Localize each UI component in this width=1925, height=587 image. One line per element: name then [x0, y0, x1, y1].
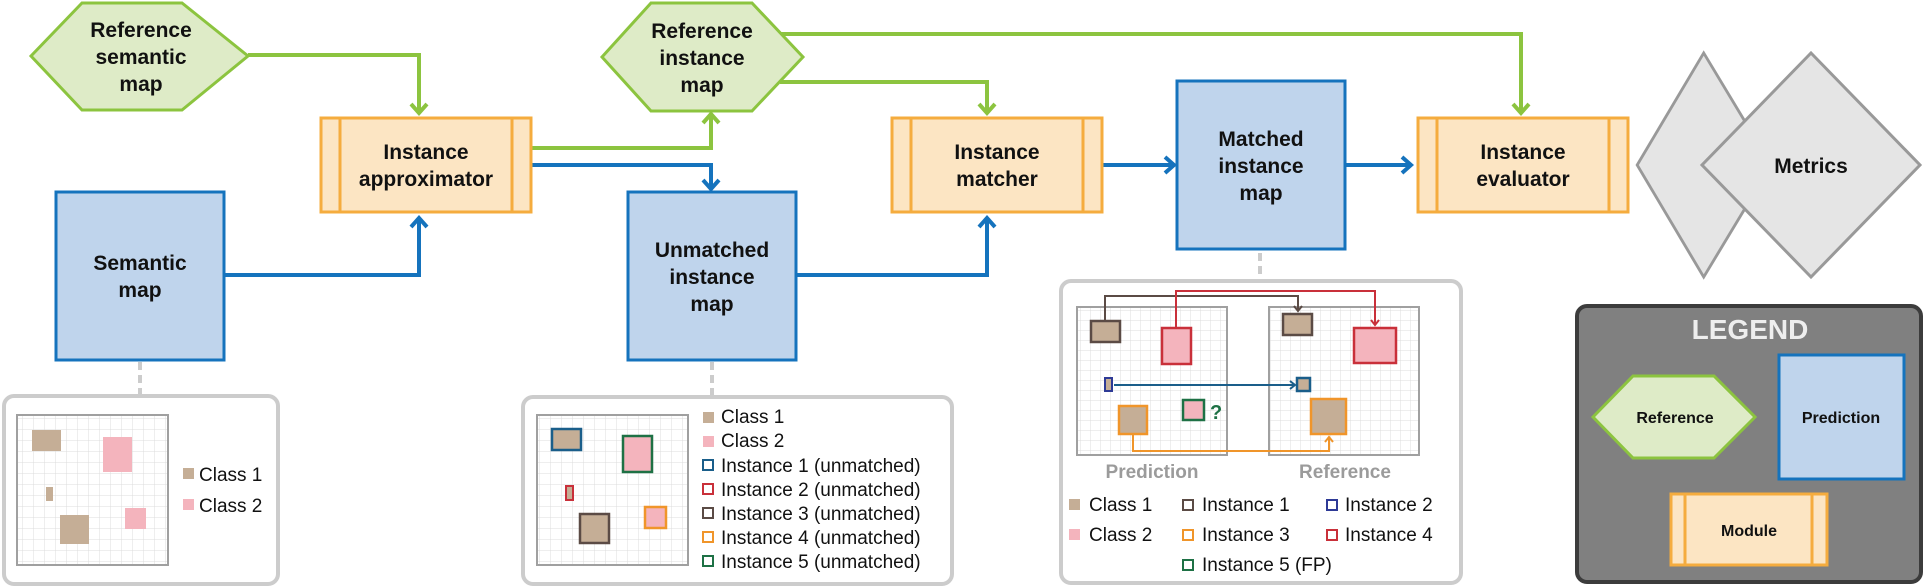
class1-region: [46, 487, 53, 501]
node-reference-semantic-map[interactable]: Reference semantic map: [28, 1, 251, 112]
legend-label: Instance 3 (unmatched): [721, 504, 921, 525]
semantic-grid: [16, 414, 169, 566]
legend-label: Instance 5 (FP): [1202, 555, 1332, 576]
node-label: map: [119, 73, 162, 96]
node-label: instance: [659, 47, 744, 70]
arrow-unmatched-to-matcher: [797, 219, 989, 277]
instance1-region: [550, 427, 583, 452]
caption-prediction: Prediction: [1106, 462, 1199, 483]
node-label: instance: [669, 266, 754, 289]
pred-instance1-region: [1089, 319, 1122, 344]
node-label: Instance: [954, 141, 1039, 164]
node-label: Metrics: [1774, 155, 1848, 178]
node-label: Unmatched: [655, 239, 769, 262]
legend-label: Instance 3: [1202, 525, 1290, 546]
class2-region: [103, 437, 132, 472]
node-label: map: [118, 279, 161, 302]
node-label: Semantic: [93, 252, 187, 275]
legend-label: Instance 2 (unmatched): [721, 480, 921, 501]
unmatched-grid: [536, 414, 689, 566]
legend-label: Instance 1 (unmatched): [721, 456, 921, 477]
node-unmatched-instance-map[interactable]: Unmatched instance map: [626, 190, 798, 362]
legend-label: Class 2: [1089, 525, 1152, 546]
node-metrics[interactable]: Metrics: [1635, 50, 1923, 280]
pred-instance4-region: [1160, 326, 1193, 366]
instance3-region: [578, 512, 611, 545]
class1-swatch-icon: [1069, 499, 1080, 510]
node-label: Reference: [651, 20, 753, 43]
arrow-refinstance-to-evaluator: [780, 32, 1523, 112]
node-label: Matched: [1218, 128, 1303, 151]
class1-swatch-icon: [703, 412, 714, 423]
panel-unmatched-example: Class 1 Class 2 Instance 1 (unmatched) I…: [521, 395, 954, 586]
node-label: evaluator: [1476, 168, 1569, 191]
class1-region: [60, 515, 89, 544]
node-label: Reference: [90, 19, 192, 42]
legend-label: Instance 5 (unmatched): [721, 552, 921, 573]
instance5-region: [621, 434, 654, 474]
legend-label: Class 1: [721, 407, 784, 428]
node-label: instance: [1218, 155, 1303, 178]
legend-label: Instance 1: [1202, 495, 1290, 516]
prediction-grid: ?: [1076, 306, 1228, 456]
node-semantic-map[interactable]: Semantic map: [54, 190, 226, 362]
ref-instance3-region: [1309, 397, 1348, 436]
ref-instance4-region: [1352, 326, 1398, 365]
node-label: Instance: [383, 141, 468, 164]
panel-matched-example: ? Prediction Reference Class 1 Class 2 I…: [1059, 279, 1463, 585]
node-matched-instance-map[interactable]: Matched instance map: [1175, 79, 1347, 251]
class2-swatch-icon: [1069, 529, 1080, 540]
ref-instance2-region: [1295, 376, 1312, 393]
arrow-refinstance-to-matcher: [780, 80, 989, 112]
instance4-region: [643, 505, 668, 530]
pred-instance2-region: [1104, 377, 1113, 392]
legend-label: Instance 4 (unmatched): [721, 528, 921, 549]
arrow-approximator-to-unmatched: [532, 163, 713, 188]
node-reference-instance-map[interactable]: Reference instance map: [599, 1, 806, 113]
legend-reference-label: Reference: [1636, 410, 1713, 427]
legend-label: Class 1: [1089, 495, 1152, 516]
class2-region: [125, 508, 146, 529]
legend-title: LEGEND: [1692, 314, 1809, 345]
node-label: map: [680, 74, 723, 97]
panel-semantic-example: Class 1 Class 2: [2, 394, 280, 586]
legend-label: Class 2: [199, 496, 262, 517]
node-instance-matcher[interactable]: Instance matcher: [890, 116, 1104, 214]
node-label: map: [1239, 182, 1282, 205]
node-instance-evaluator[interactable]: Instance evaluator: [1416, 116, 1630, 214]
class1-swatch-icon: [183, 468, 194, 479]
legend-label: Class 1: [199, 465, 262, 486]
node-label: approximator: [359, 168, 493, 191]
legend-label: Class 2: [721, 431, 784, 452]
false-positive-question-mark: ?: [1210, 402, 1222, 424]
pred-instance3-region: [1117, 404, 1149, 436]
legend-box: LEGEND Reference Prediction Module: [1575, 304, 1923, 584]
node-label: matcher: [956, 168, 1038, 191]
class1-region: [32, 430, 61, 451]
legend-module-shape: Module: [1669, 492, 1829, 567]
pipeline-diagram: Reference semantic map Semantic map Inst…: [2, 1, 1923, 586]
class2-swatch-icon: [183, 499, 194, 510]
node-instance-approximator[interactable]: Instance approximator: [319, 116, 533, 214]
pred-instance5-region: [1181, 398, 1206, 422]
legend-label: Instance 2: [1345, 495, 1433, 516]
arrow-refsem-to-approximator: [248, 53, 421, 112]
legend-prediction-label: Prediction: [1802, 410, 1880, 427]
node-label: semantic: [95, 46, 186, 69]
class2-swatch-icon: [703, 436, 714, 447]
legend-module-label: Module: [1721, 523, 1777, 540]
caption-reference: Reference: [1299, 462, 1391, 483]
legend-prediction-shape: Prediction: [1777, 353, 1906, 481]
arrow-semantic-to-approximator: [225, 219, 421, 277]
ref-instance1-region: [1281, 312, 1314, 337]
node-label: map: [690, 293, 733, 316]
instance2-region: [565, 485, 574, 501]
node-label: Instance: [1480, 141, 1565, 164]
legend-label: Instance 4: [1345, 525, 1433, 546]
arrow-approximator-to-refinstance: [532, 115, 713, 150]
